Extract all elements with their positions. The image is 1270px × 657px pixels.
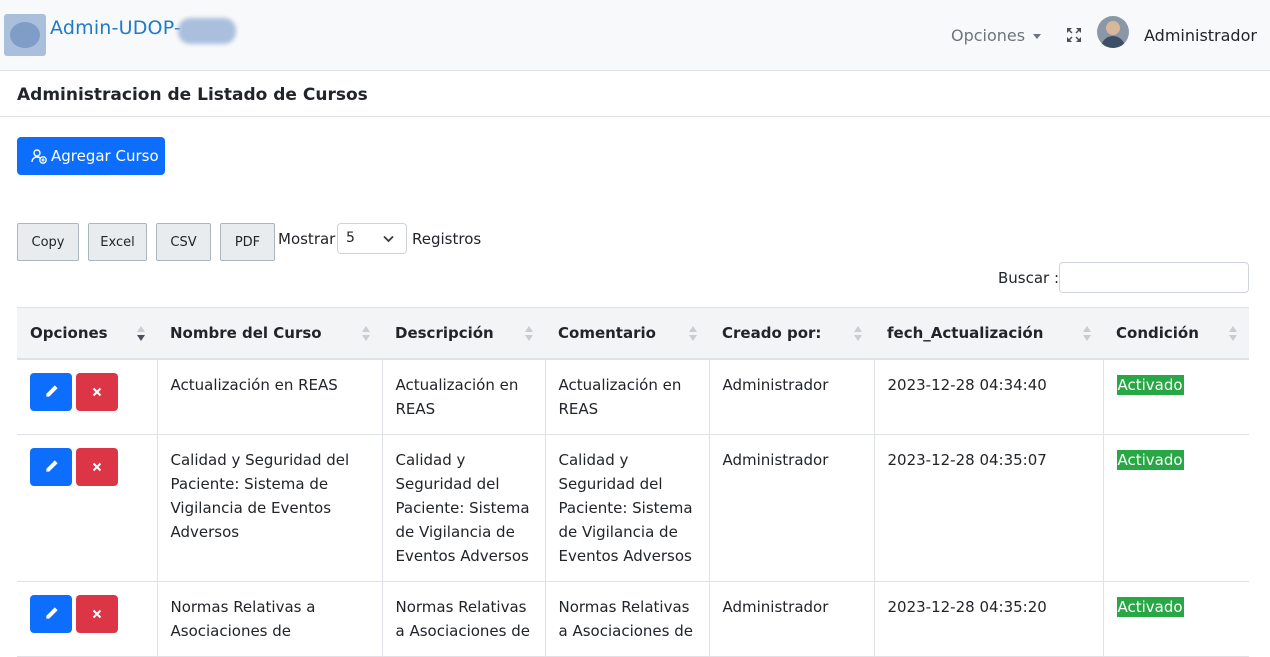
user-add-icon	[31, 149, 47, 164]
chevron-down-icon	[383, 235, 394, 243]
brand-title[interactable]: Admin-UDOP-	[50, 17, 181, 39]
excel-button[interactable]: Excel	[88, 223, 147, 261]
cell-descripcion: Actualización en REAS	[381, 358, 545, 435]
status-badge: Activado	[1116, 449, 1184, 470]
close-icon	[92, 609, 102, 618]
column-header-label: Opciones	[30, 323, 108, 342]
csv-button[interactable]: CSV	[156, 223, 211, 261]
cell-condicion: Activado	[1102, 358, 1249, 435]
edit-button[interactable]	[30, 447, 72, 486]
cell-creado: Administrador	[708, 434, 874, 582]
column-header-comentario[interactable]: Comentario	[545, 307, 709, 360]
cell-condicion: Activado	[1102, 581, 1249, 657]
search-label: Buscar :	[998, 269, 1060, 287]
column-header-label: fech_Actualización	[887, 323, 1044, 342]
edit-button[interactable]	[30, 594, 72, 633]
cell-nombre: Normas Relativas a Asociaciones de	[156, 581, 382, 657]
column-header-opciones[interactable]: Opciones	[17, 307, 157, 360]
records-label: Registros	[412, 230, 482, 248]
cell-creado: Administrador	[708, 358, 874, 435]
delete-button[interactable]	[76, 447, 118, 486]
cell-comentario: Actualización en REAS	[544, 358, 709, 435]
page-size-value: 5	[346, 230, 355, 246]
cell-condicion: Activado	[1102, 434, 1249, 582]
sort-desc-icon	[137, 326, 145, 342]
cell-comentario: Calidad y Seguridad del Paciente: Sistem…	[544, 434, 709, 582]
column-header-label: Condición	[1116, 323, 1199, 342]
pdf-button[interactable]: PDF	[220, 223, 275, 261]
redacted-brand-suffix	[178, 18, 236, 44]
pencil-icon	[45, 460, 58, 472]
page-size-select[interactable]: 5	[337, 223, 407, 254]
caret-down-icon	[1033, 34, 1042, 39]
cell-fecha: 2023-12-28 04:35:07	[873, 434, 1103, 582]
cell-fecha: 2023-12-28 04:34:40	[873, 358, 1103, 435]
fullscreen-icon[interactable]	[1066, 27, 1082, 43]
options-dropdown[interactable]: Opciones	[951, 26, 1042, 45]
row-actions	[17, 434, 157, 582]
show-label: Mostrar	[278, 230, 336, 248]
user-avatar[interactable]	[1097, 16, 1129, 48]
cell-nombre: Actualización en REAS	[156, 358, 382, 435]
sort-icon	[525, 326, 533, 342]
column-header-condicion[interactable]: Condición	[1103, 307, 1249, 360]
table-row: Calidad y Seguridad del Paciente: Sistem…	[17, 434, 1249, 582]
top-navbar: Admin-UDOP- Opciones Administrador	[0, 0, 1270, 71]
column-header-label: Comentario	[558, 323, 656, 342]
card-header: Administracion de Listado de Cursos	[0, 71, 1270, 117]
sort-icon	[854, 326, 862, 342]
pencil-icon	[45, 385, 58, 397]
options-dropdown-label: Opciones	[951, 26, 1026, 45]
row-actions	[17, 581, 157, 657]
status-badge: Activado	[1116, 374, 1184, 395]
add-course-button[interactable]: Agregar Curso	[17, 137, 165, 175]
page-title: Administracion de Listado de Cursos	[17, 85, 368, 105]
column-header-nombre[interactable]: Nombre del Curso	[157, 307, 382, 360]
cell-descripcion: Normas Relativas a Asociaciones de	[381, 581, 545, 657]
table-row: Normas Relativas a Asociaciones de Norma…	[17, 581, 1249, 657]
user-name[interactable]: Administrador	[1144, 26, 1257, 45]
edit-button[interactable]	[30, 372, 72, 411]
delete-button[interactable]	[76, 372, 118, 411]
cell-fecha: 2023-12-28 04:35:20	[873, 581, 1103, 657]
column-header-creado[interactable]: Creado por:	[709, 307, 874, 360]
row-actions	[17, 358, 157, 435]
add-course-label: Agregar Curso	[51, 147, 159, 165]
close-icon	[92, 462, 102, 471]
sort-icon	[1083, 326, 1091, 342]
courses-table: Opciones Nombre del Curso Descripción Co…	[17, 307, 1249, 657]
table-row: Actualización en REAS Actualización en R…	[17, 358, 1249, 435]
sort-icon	[362, 326, 370, 342]
pencil-icon	[45, 607, 58, 619]
copy-button[interactable]: Copy	[17, 223, 79, 261]
column-header-label: Nombre del Curso	[170, 323, 322, 342]
cell-descripcion: Calidad y Seguridad del Paciente: Sistem…	[381, 434, 545, 582]
logo-image[interactable]	[4, 14, 46, 56]
column-header-label: Descripción	[395, 323, 494, 342]
status-badge: Activado	[1116, 596, 1184, 617]
cell-comentario: Normas Relativas a Asociaciones de	[544, 581, 709, 657]
column-header-fecha[interactable]: fech_Actualización	[874, 307, 1103, 360]
sort-icon	[1229, 326, 1237, 342]
sort-icon	[689, 326, 697, 342]
column-header-label: Creado por:	[722, 323, 822, 342]
cell-nombre: Calidad y Seguridad del Paciente: Sistem…	[156, 434, 382, 582]
close-icon	[92, 387, 102, 396]
cell-creado: Administrador	[708, 581, 874, 657]
table-header-row: Opciones Nombre del Curso Descripción Co…	[17, 307, 1249, 360]
column-header-descripcion[interactable]: Descripción	[382, 307, 545, 360]
delete-button[interactable]	[76, 594, 118, 633]
search-input[interactable]	[1059, 262, 1249, 293]
